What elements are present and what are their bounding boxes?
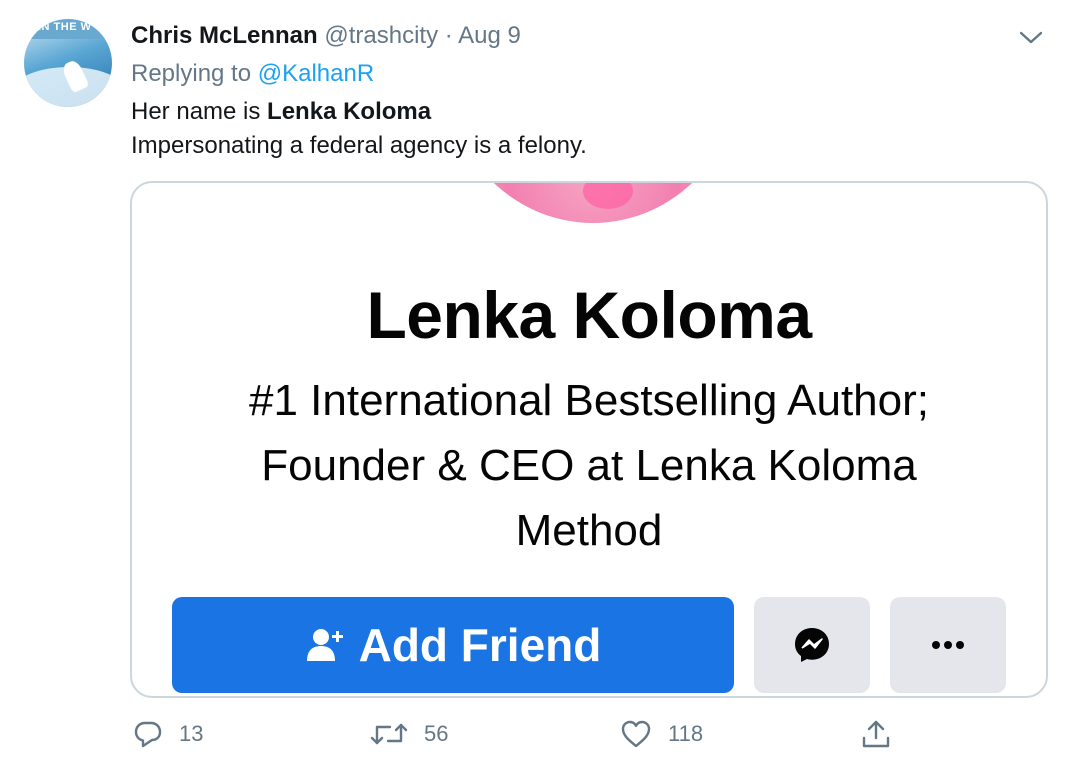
share-button[interactable] — [860, 714, 908, 754]
avatar-text: IN THE W — [38, 21, 92, 33]
separator: · — [444, 22, 453, 49]
replying-prefix: Replying to — [131, 60, 252, 87]
tweet-date[interactable]: Aug 9 — [458, 22, 521, 49]
reply-count: 13 — [179, 721, 204, 746]
tweet-text-line-2: Impersonating a federal agency is a felo… — [131, 132, 587, 159]
like-icon — [621, 720, 651, 748]
tweet-text: Her name is Lenka Koloma Impersonating a… — [131, 95, 587, 163]
profile-picture — [443, 183, 743, 223]
add-friend-button[interactable]: Add Friend — [172, 597, 734, 693]
retweet-count: 56 — [424, 721, 449, 746]
chevron-down-icon[interactable] — [1018, 26, 1044, 48]
like-count: 118 — [668, 721, 704, 746]
profile-name: Lenka Koloma — [366, 278, 812, 352]
messenger-icon — [795, 628, 829, 662]
messenger-button[interactable] — [754, 597, 870, 693]
add-friend-icon — [306, 629, 343, 661]
more-dots-icon — [932, 641, 964, 649]
replying-to: Replying to @KalhanR — [131, 58, 374, 90]
share-icon — [862, 720, 890, 748]
tweet-header: Chris McLennan @trashcity · Aug 9 — [131, 20, 521, 52]
author-name[interactable]: Chris McLennan — [131, 22, 318, 49]
retweet-button[interactable]: 56 — [370, 714, 448, 754]
add-friend-label: Add Friend — [358, 619, 602, 671]
embedded-image-card[interactable]: Lenka Koloma #1 International Bestsellin… — [130, 181, 1048, 698]
more-options-button[interactable] — [890, 597, 1006, 693]
reply-mention-link[interactable]: @KalhanR — [258, 60, 374, 87]
tweet-text-line-1: Her name is Lenka Koloma — [131, 95, 587, 129]
retweet-icon — [370, 723, 408, 745]
tweet-actions: 13 56 118 — [0, 714, 1072, 754]
tweet[interactable]: IN THE W Chris McLennan @trashcity · Aug… — [0, 0, 1072, 766]
avatar[interactable]: IN THE W — [24, 19, 112, 107]
reply-icon — [134, 721, 162, 748]
tweet-text-bold-name: Lenka Koloma — [267, 98, 432, 125]
tweet-text-prefix: Her name is — [131, 98, 268, 125]
author-handle[interactable]: @trashcity — [324, 22, 438, 49]
profile-bio: #1 International Bestselling Author; Fou… — [248, 376, 929, 555]
like-button[interactable]: 118 — [620, 714, 703, 754]
reply-button[interactable]: 13 — [133, 714, 203, 754]
